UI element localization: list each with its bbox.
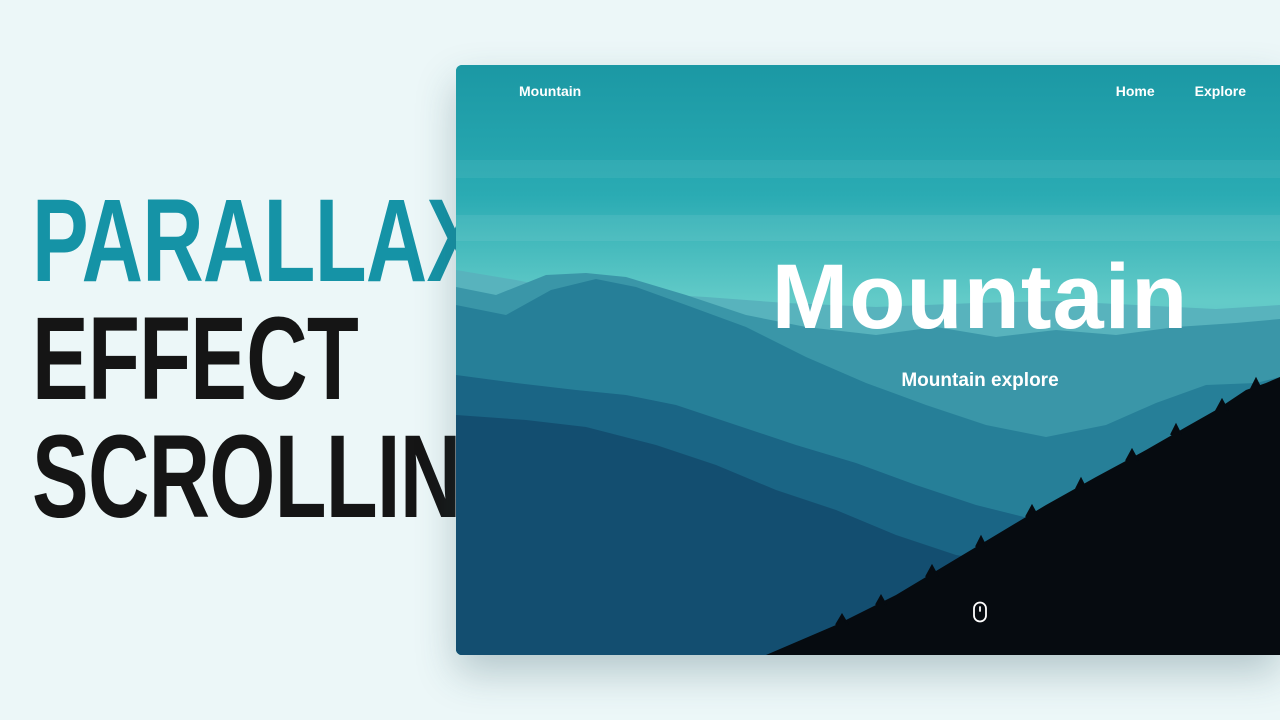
mountain-landscape-image	[456, 65, 1280, 655]
site-navbar: Mountain Home Explore	[456, 65, 1280, 117]
nav-link-home[interactable]: Home	[1116, 83, 1155, 99]
mouse-scroll-icon[interactable]	[972, 601, 988, 623]
headline-line-2: EFFECT	[32, 293, 359, 425]
website-mockup: Mountain Home Explore Mountain Mountain …	[456, 65, 1280, 655]
hero-subtitle: Mountain explore	[901, 370, 1059, 391]
hero-title: Mountain	[771, 246, 1189, 348]
nav-links: Home Explore	[1116, 83, 1246, 99]
thumbnail-canvas: PARALLAX EFFECT SCROLLING Mountain Home …	[0, 0, 1280, 720]
nav-link-explore[interactable]: Explore	[1195, 83, 1246, 99]
brand-logo-link[interactable]: Mountain	[519, 83, 581, 99]
headline-line-1: PARALLAX	[32, 175, 483, 307]
headline-line-3: SCROLLING	[32, 411, 527, 543]
headline: PARALLAX EFFECT SCROLLING	[32, 175, 527, 543]
